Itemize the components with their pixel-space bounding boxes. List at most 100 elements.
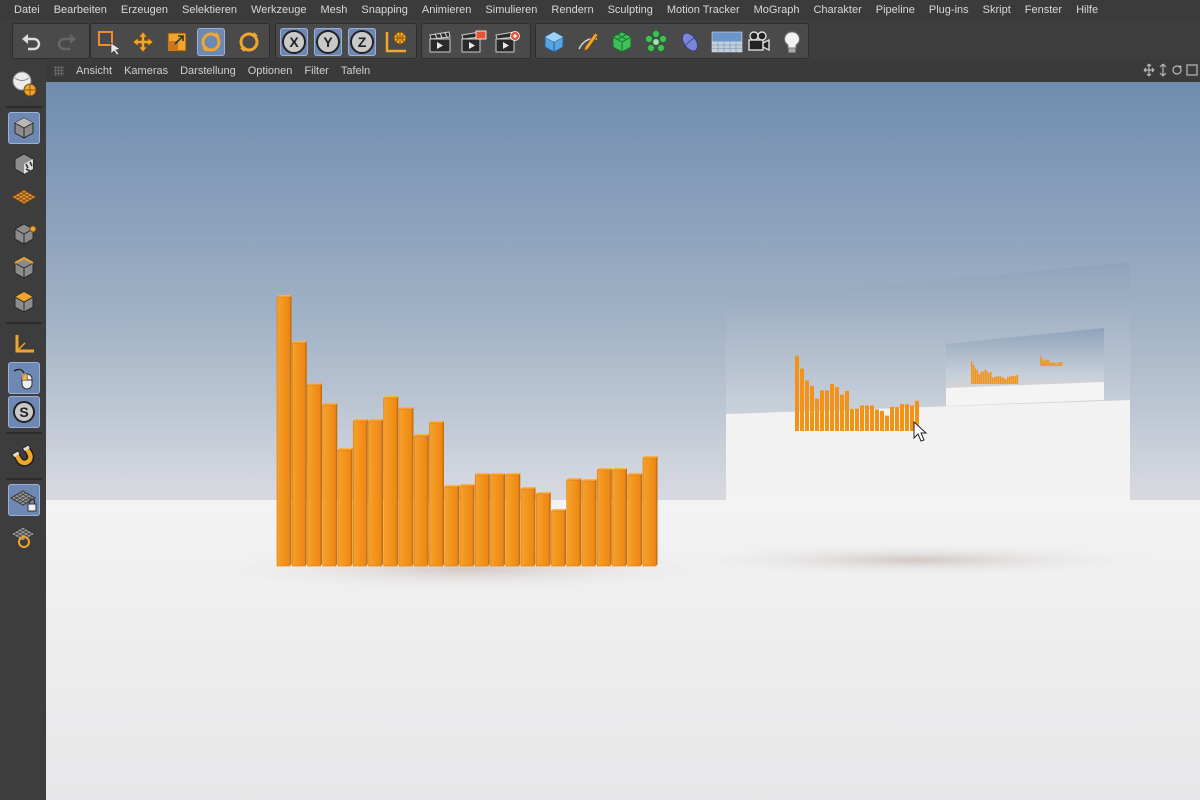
axis-mode-icon[interactable] bbox=[8, 328, 40, 360]
tweak-mode-icon[interactable] bbox=[8, 362, 40, 394]
deformer-icon[interactable] bbox=[676, 28, 704, 56]
viewport-menu-kameras[interactable]: Kameras bbox=[118, 60, 174, 82]
mini-bar bbox=[820, 390, 824, 431]
bar-25 bbox=[642, 456, 658, 567]
light-icon[interactable] bbox=[778, 28, 806, 56]
magnet-icon[interactable] bbox=[8, 440, 40, 472]
polygons-mode-icon[interactable] bbox=[8, 286, 40, 318]
mini-bar bbox=[1041, 358, 1043, 366]
subdivision-surface-icon[interactable] bbox=[608, 28, 636, 56]
menu-motion-tracker[interactable]: Motion Tracker bbox=[660, 0, 747, 20]
viewport-menu-darstellung[interactable]: Darstellung bbox=[174, 60, 242, 82]
mini-bar bbox=[1051, 362, 1053, 366]
maximize-view-icon[interactable] bbox=[1186, 63, 1198, 77]
floor-icon[interactable] bbox=[710, 28, 744, 56]
menu-selektieren[interactable]: Selektieren bbox=[175, 0, 244, 20]
redo-icon[interactable] bbox=[53, 28, 81, 56]
mini-bar bbox=[1053, 362, 1055, 366]
bar-19 bbox=[551, 509, 566, 567]
mini-bar bbox=[1014, 376, 1017, 384]
menu-fenster[interactable]: Fenster bbox=[1018, 0, 1069, 20]
separator bbox=[6, 478, 42, 480]
menu-sculpting[interactable]: Sculpting bbox=[601, 0, 660, 20]
make-editable-icon[interactable] bbox=[8, 68, 40, 100]
workplane-icon[interactable] bbox=[8, 520, 40, 552]
menu-plug-ins[interactable]: Plug-ins bbox=[922, 0, 976, 20]
menu-skript[interactable]: Skript bbox=[976, 0, 1018, 20]
bar-7 bbox=[368, 419, 383, 567]
menu-rendern[interactable]: Rendern bbox=[544, 0, 600, 20]
edges-mode-icon[interactable] bbox=[8, 252, 40, 284]
undo-redo-group bbox=[12, 23, 90, 59]
cube-icon[interactable] bbox=[540, 28, 568, 56]
menu-mesh[interactable]: Mesh bbox=[313, 0, 354, 20]
grip-handle-icon[interactable] bbox=[54, 66, 64, 76]
menu-bar: Datei Bearbeiten Erzeugen Selektieren Werkze… bbox=[0, 0, 1200, 20]
render-view-icon[interactable] bbox=[426, 28, 454, 56]
bar-24 bbox=[627, 473, 643, 567]
cloner-icon[interactable] bbox=[642, 28, 670, 56]
main-toolbar: X Y Z bbox=[0, 20, 1200, 60]
menu-snapping[interactable]: Snapping bbox=[354, 0, 415, 20]
bar-18 bbox=[535, 492, 551, 567]
mini-bar bbox=[1056, 363, 1057, 366]
mini-bar bbox=[855, 408, 859, 431]
live-selection-icon[interactable] bbox=[95, 28, 123, 56]
texture-mode-icon[interactable] bbox=[8, 148, 40, 180]
viewport-menu-optionen[interactable]: Optionen bbox=[242, 60, 299, 82]
bar-5 bbox=[337, 448, 353, 567]
mini-bar bbox=[1040, 355, 1041, 366]
axis-x-button[interactable]: X bbox=[280, 28, 308, 56]
mini-bar bbox=[972, 365, 975, 384]
menu-bearbeiten[interactable]: Bearbeiten bbox=[47, 0, 114, 20]
mini-bar bbox=[815, 398, 819, 431]
render-picture-viewer-icon[interactable] bbox=[460, 28, 488, 56]
workplane-mode-icon[interactable] bbox=[8, 182, 40, 214]
viewport-menu-filter[interactable]: Filter bbox=[298, 60, 334, 82]
render-settings-icon[interactable] bbox=[494, 28, 522, 56]
spline-pen-icon[interactable] bbox=[574, 28, 602, 56]
model-mode-icon[interactable] bbox=[8, 112, 40, 144]
svg-text:Z: Z bbox=[358, 34, 367, 50]
bar-4 bbox=[322, 403, 338, 567]
menu-animieren[interactable]: Animieren bbox=[415, 0, 479, 20]
rotate-icon[interactable] bbox=[197, 28, 225, 56]
mini-bar bbox=[1009, 376, 1011, 384]
zoom-view-icon[interactable] bbox=[1158, 63, 1168, 77]
mini-bar bbox=[1007, 376, 1009, 384]
solo-mode-icon[interactable]: S bbox=[8, 396, 40, 428]
move-icon[interactable] bbox=[129, 28, 157, 56]
recent-tool-icon[interactable] bbox=[235, 28, 263, 56]
menu-charakter[interactable]: Charakter bbox=[806, 0, 868, 20]
pan-view-icon[interactable] bbox=[1143, 63, 1155, 77]
axis-z-button[interactable]: Z bbox=[348, 28, 376, 56]
mini-bar bbox=[978, 374, 981, 384]
viewport-menu-bar: Ansicht Kameras Darstellung Optionen Fil… bbox=[46, 60, 1200, 82]
undo-icon[interactable] bbox=[17, 28, 45, 56]
menu-erzeugen[interactable]: Erzeugen bbox=[114, 0, 175, 20]
menu-simulieren[interactable]: Simulieren bbox=[478, 0, 544, 20]
camera-icon[interactable] bbox=[744, 28, 772, 56]
world-coordinates-icon[interactable] bbox=[382, 28, 410, 56]
menu-hilfe[interactable]: Hilfe bbox=[1069, 0, 1105, 20]
3d-viewport[interactable] bbox=[46, 82, 1200, 800]
menu-mograph[interactable]: MoGraph bbox=[747, 0, 807, 20]
scale-icon[interactable] bbox=[163, 28, 191, 56]
mini-bar bbox=[830, 383, 834, 431]
bar-11 bbox=[429, 421, 444, 567]
mini-bar bbox=[1052, 362, 1054, 366]
rotate-view-icon[interactable] bbox=[1171, 63, 1183, 77]
viewport-menu-tafeln[interactable]: Tafeln bbox=[335, 60, 376, 82]
bar-13 bbox=[459, 484, 475, 567]
menu-werkzeuge[interactable]: Werkzeuge bbox=[244, 0, 313, 20]
points-mode-icon[interactable] bbox=[8, 218, 40, 250]
viewport-menu-ansicht[interactable]: Ansicht bbox=[70, 60, 118, 82]
menu-datei[interactable]: Datei bbox=[0, 0, 47, 20]
axis-y-button[interactable]: Y bbox=[314, 28, 342, 56]
mini-bar bbox=[1049, 362, 1051, 366]
menu-pipeline[interactable]: Pipeline bbox=[869, 0, 922, 20]
mini-bar bbox=[995, 376, 998, 384]
workplane-lock-icon[interactable] bbox=[8, 484, 40, 516]
mini-bar bbox=[805, 380, 809, 431]
bar-3 bbox=[307, 383, 322, 567]
